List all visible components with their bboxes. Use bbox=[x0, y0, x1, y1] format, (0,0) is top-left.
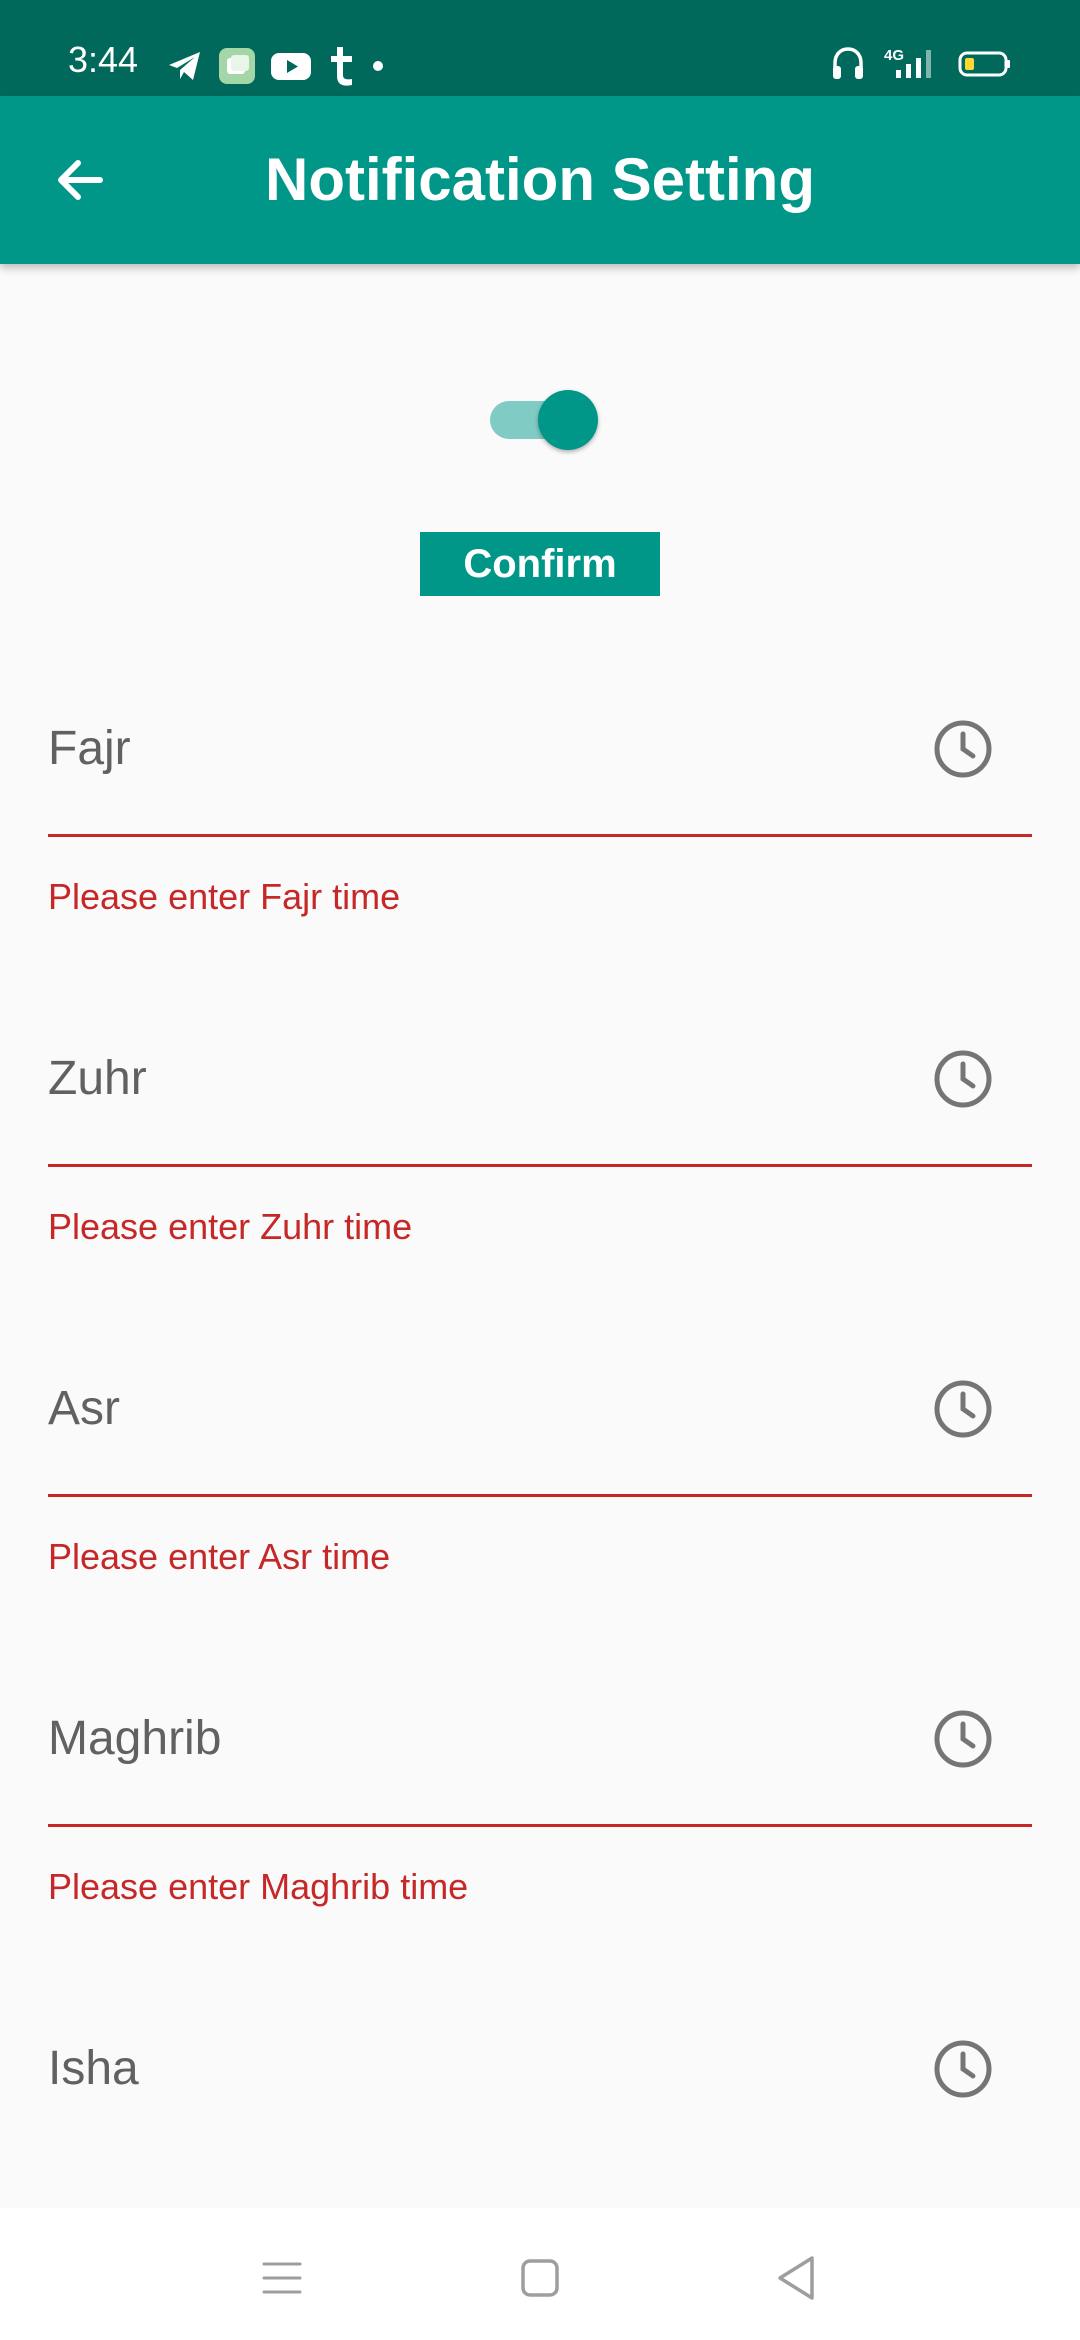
youtube-icon bbox=[271, 53, 311, 80]
asr-error: Please enter Asr time bbox=[48, 1536, 391, 1577]
status-notification-icons bbox=[165, 44, 385, 88]
fajr-input[interactable] bbox=[48, 690, 908, 806]
isha-input[interactable] bbox=[48, 2010, 908, 2126]
tumblr-icon bbox=[331, 47, 352, 86]
back-triangle-icon bbox=[778, 2256, 814, 2300]
status-time: 3:44 bbox=[68, 39, 139, 80]
status-bar: 3:44 4G bbox=[0, 0, 1080, 96]
asr-input[interactable] bbox=[48, 1350, 908, 1466]
fajr-error: Please enter Fajr time bbox=[48, 876, 401, 917]
nav-menu-button[interactable] bbox=[252, 2248, 312, 2308]
clock-icon[interactable] bbox=[932, 1378, 994, 1440]
signal-4g-icon: 4G bbox=[884, 47, 931, 78]
clock-icon[interactable] bbox=[932, 1048, 994, 1110]
fajr-field bbox=[48, 690, 1032, 840]
toggle-thumb bbox=[538, 390, 598, 450]
headset-icon bbox=[833, 47, 863, 79]
field-underline bbox=[48, 834, 1032, 837]
maghrib-field bbox=[48, 1680, 1032, 1830]
system-nav-bar bbox=[0, 2208, 1080, 2340]
maghrib-error: Please enter Maghrib time bbox=[48, 1866, 469, 1907]
asr-field bbox=[48, 1350, 1032, 1500]
status-system-icons: 4G bbox=[830, 44, 1012, 84]
notification-dot-icon bbox=[373, 61, 383, 71]
network-label: 4G bbox=[884, 47, 904, 64]
zuhr-error: Please enter Zuhr time bbox=[48, 1206, 413, 1247]
maghrib-input[interactable] bbox=[48, 1680, 908, 1796]
zuhr-input[interactable] bbox=[48, 1020, 908, 1136]
notification-toggle[interactable] bbox=[490, 390, 600, 450]
confirm-button[interactable]: Confirm bbox=[420, 532, 660, 596]
clock-icon[interactable] bbox=[932, 1708, 994, 1770]
telegram-icon bbox=[169, 52, 200, 80]
home-square-icon bbox=[521, 2259, 559, 2297]
battery-icon bbox=[958, 51, 1010, 77]
app-icon bbox=[219, 48, 255, 84]
clock-icon[interactable] bbox=[932, 718, 994, 780]
field-underline bbox=[48, 1164, 1032, 1167]
app-bar: Notification Setting bbox=[0, 96, 1080, 264]
field-underline bbox=[48, 1494, 1032, 1497]
clock-icon[interactable] bbox=[932, 2038, 994, 2100]
nav-back-button[interactable] bbox=[766, 2248, 826, 2308]
zuhr-field bbox=[48, 1020, 1032, 1170]
isha-field bbox=[48, 2010, 1032, 2160]
menu-icon bbox=[262, 2262, 302, 2294]
page-title: Notification Setting bbox=[265, 146, 815, 213]
field-underline bbox=[48, 1824, 1032, 1827]
nav-home-button[interactable] bbox=[510, 2248, 570, 2308]
